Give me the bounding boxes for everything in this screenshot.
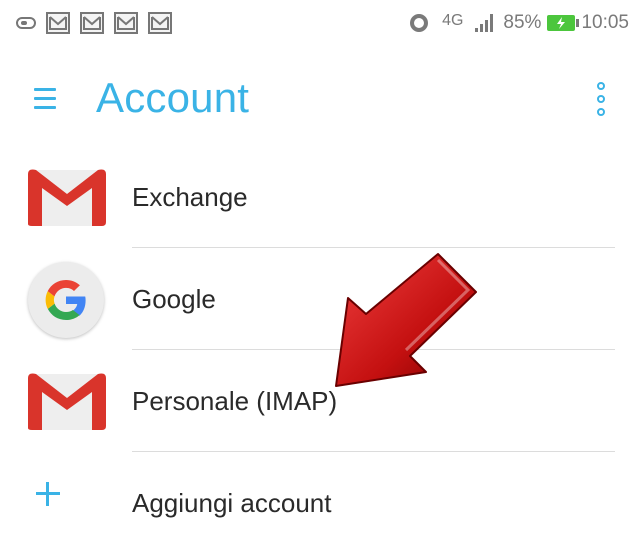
plus-icon — [36, 482, 60, 506]
system-status: 4G 85% 10:05 — [410, 12, 629, 34]
battery-charging-icon — [547, 15, 580, 31]
gmail-icon — [26, 166, 108, 228]
voicemail-icon — [16, 17, 36, 29]
clock: 10:05 — [581, 12, 629, 33]
account-label: Exchange — [132, 182, 248, 212]
account-item-personale-imap[interactable]: Personale (IMAP) — [0, 350, 637, 452]
status-bar: 4G 85% 10:05 — [0, 0, 637, 52]
mail-notification-icon — [114, 12, 138, 34]
hamburger-menu-icon[interactable] — [34, 88, 56, 110]
account-item-exchange[interactable]: Exchange — [0, 146, 637, 248]
account-item-google[interactable]: Google — [0, 248, 637, 350]
page-title: Account — [96, 74, 250, 121]
mail-notification-icon — [148, 12, 172, 34]
signal-icon — [475, 14, 494, 32]
battery-percent: 85% — [503, 12, 542, 33]
google-icon — [28, 262, 104, 338]
mail-notification-icon — [46, 12, 70, 34]
account-label: Personale (IMAP) — [132, 386, 338, 416]
mail-notification-icon — [80, 12, 104, 34]
notification-area — [16, 12, 172, 34]
sync-icon — [410, 14, 429, 32]
account-label: Google — [132, 284, 216, 314]
app-bar: Account — [0, 60, 637, 140]
account-list: Exchange Google Personale (IMAP) Aggiung… — [0, 146, 637, 554]
add-account-button[interactable]: Aggiungi account — [0, 452, 637, 554]
overflow-menu-icon[interactable] — [597, 82, 607, 116]
network-type: 4G — [442, 12, 464, 29]
gmail-icon — [26, 370, 108, 432]
red-arrow-annotation — [335, 253, 477, 387]
add-account-label: Aggiungi account — [132, 488, 332, 518]
